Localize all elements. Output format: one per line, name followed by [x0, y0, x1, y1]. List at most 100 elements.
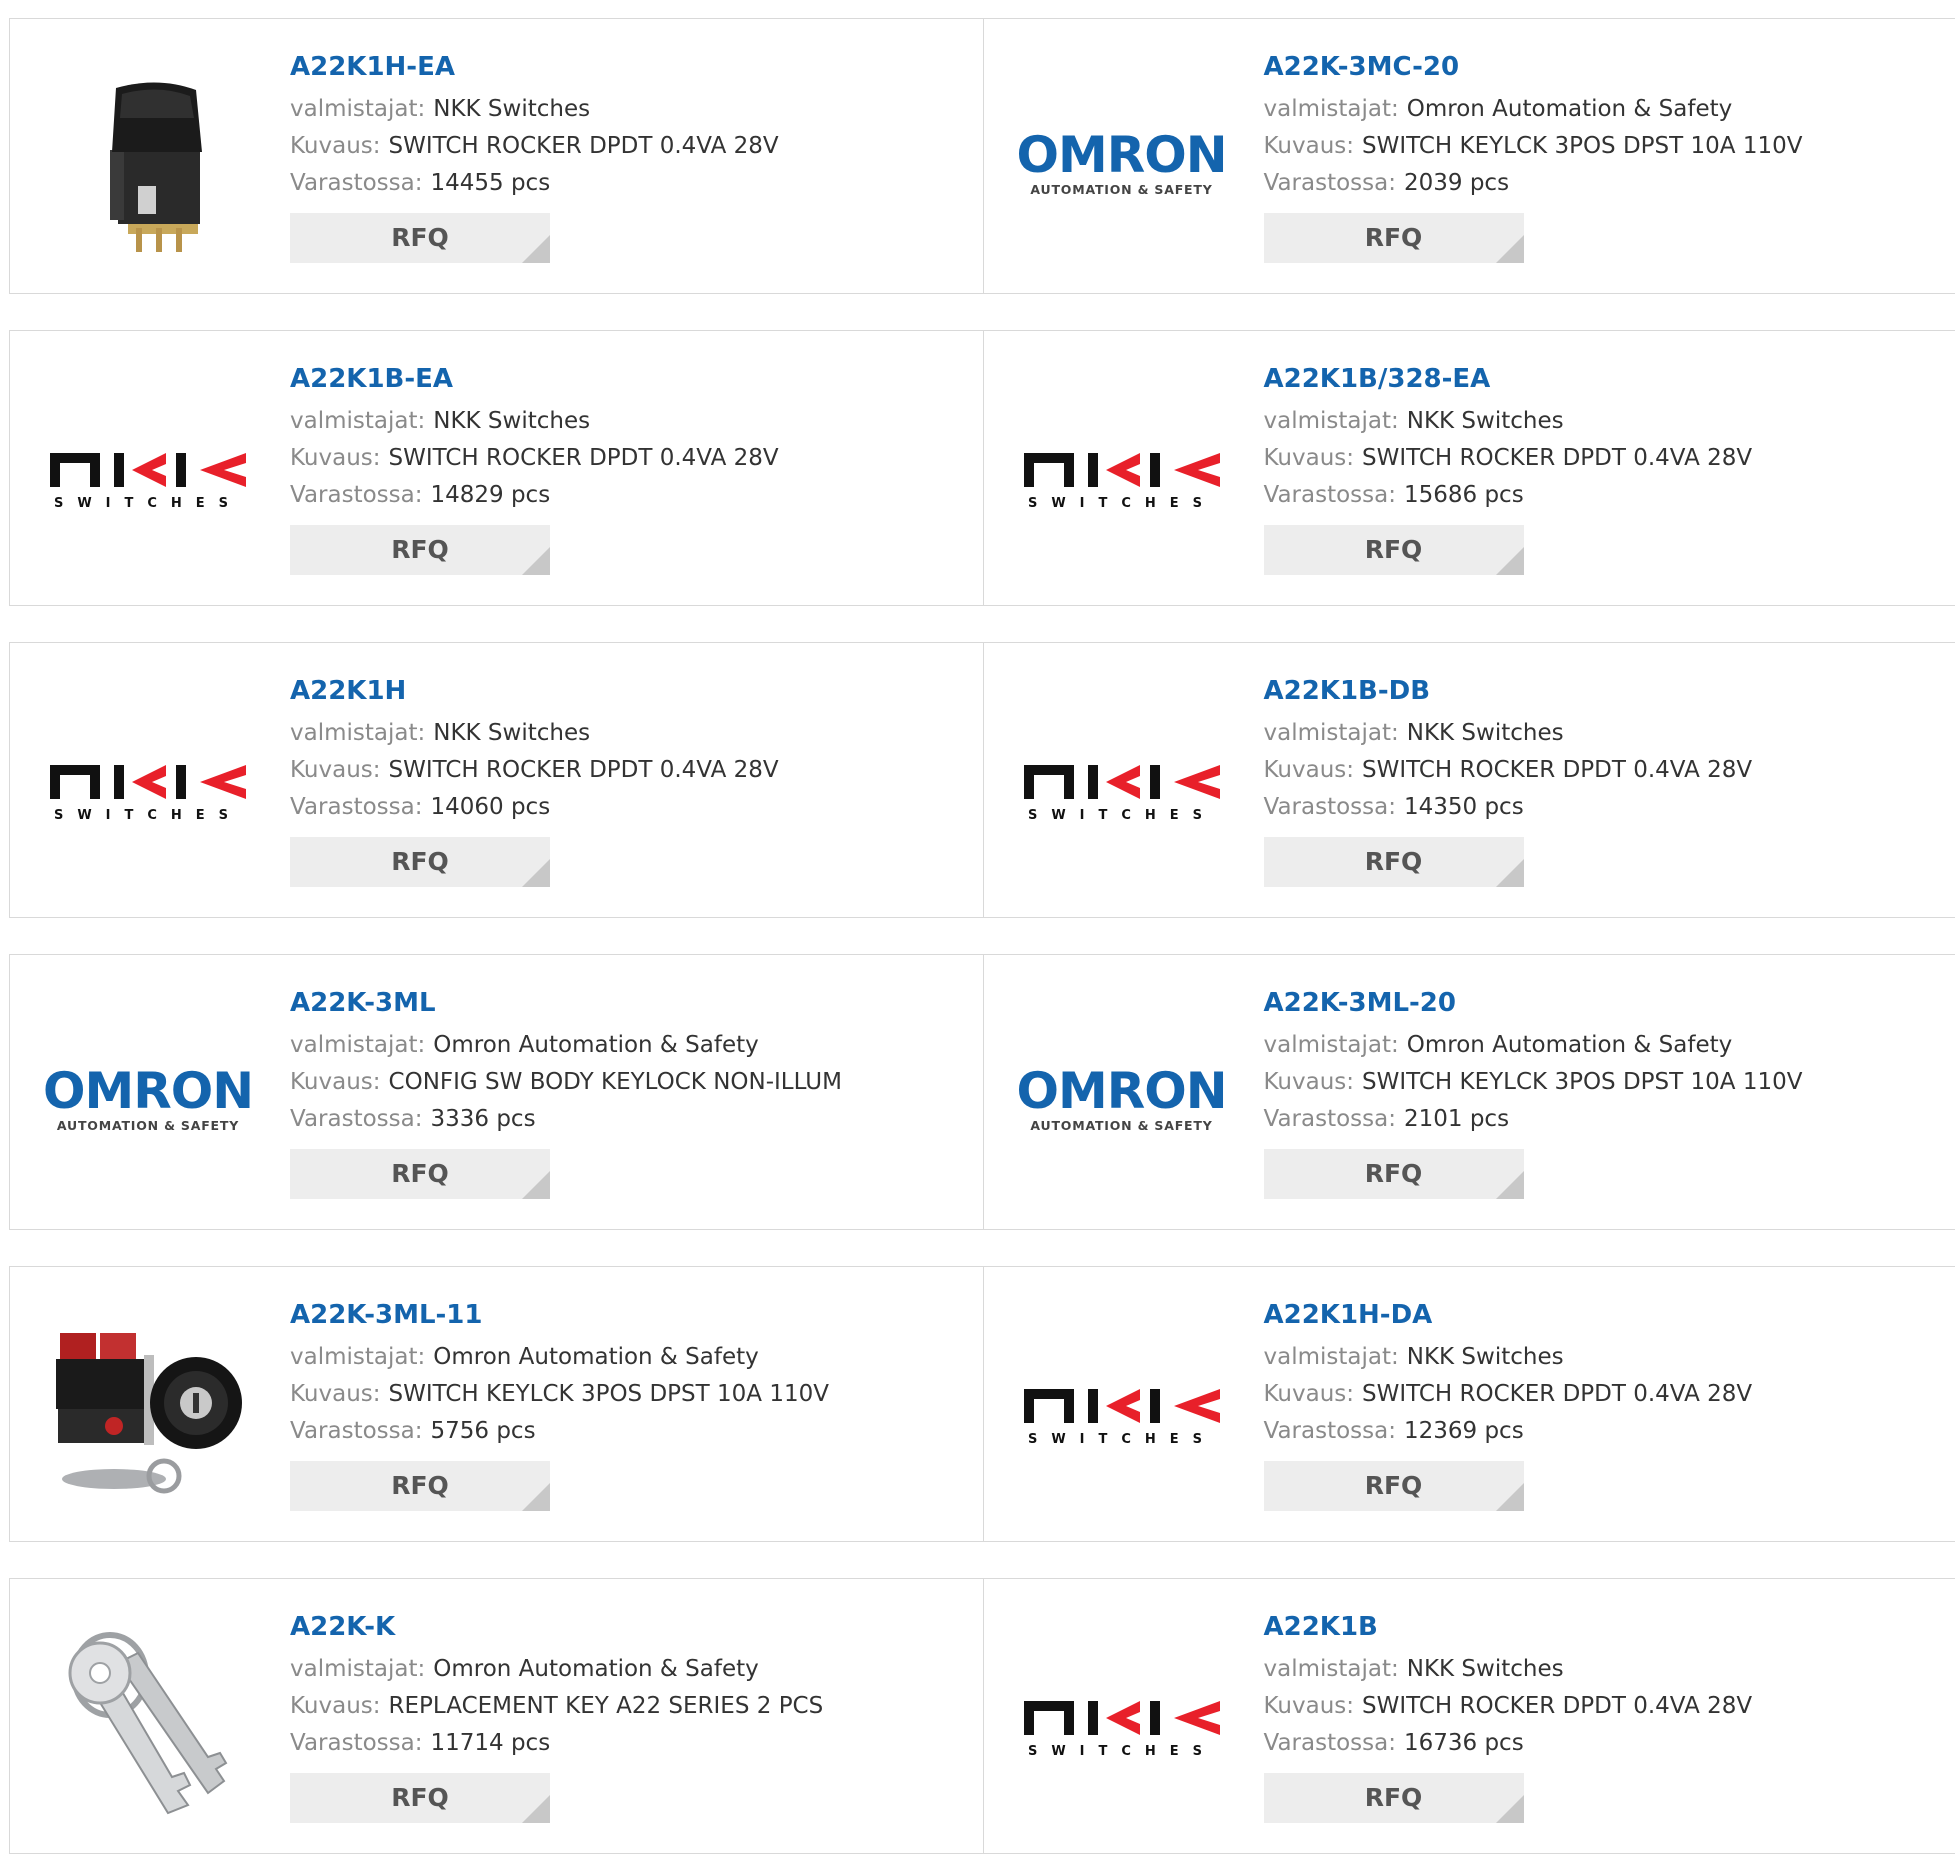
- part-number-link[interactable]: A22K-3ML-11: [290, 1297, 829, 1333]
- stock-line: Varastossa:12369 pcs: [1264, 1413, 1753, 1450]
- product-image[interactable]: [48, 1311, 248, 1511]
- stock-label: Varastossa:: [290, 1730, 422, 1756]
- product-row: SWITCHES A22K1H valmistajat:NKK Switches…: [9, 642, 1955, 918]
- corner-decoration: [522, 547, 550, 575]
- stock-line: Varastossa:14455 pcs: [290, 165, 779, 202]
- manufacturer-value: Omron Automation & Safety: [433, 1656, 759, 1682]
- manufacturer-label: valmistajat:: [1264, 96, 1399, 122]
- rfq-button[interactable]: RFQ: [1264, 213, 1524, 263]
- product-image[interactable]: OMRON AUTOMATION & SAFETY: [1022, 63, 1222, 263]
- manufacturer-line: valmistajat:NKK Switches: [1264, 1339, 1753, 1376]
- manufacturer-label: valmistajat:: [290, 1032, 425, 1058]
- stock-value: 2039 pcs: [1404, 170, 1509, 196]
- corner-decoration: [522, 1171, 550, 1199]
- product-image[interactable]: SWITCHES: [1022, 687, 1222, 887]
- description-label: Kuvaus:: [290, 445, 381, 471]
- stock-value: 5756 pcs: [430, 1418, 535, 1444]
- part-number-link[interactable]: A22K-3ML-20: [1264, 985, 1803, 1021]
- manufacturer-value: NKK Switches: [1407, 720, 1564, 746]
- manufacturer-value: NKK Switches: [1407, 408, 1564, 434]
- manufacturer-value: NKK Switches: [433, 96, 590, 122]
- part-number-link[interactable]: A22K-K: [290, 1609, 823, 1645]
- stock-label: Varastossa:: [1264, 1730, 1396, 1756]
- product-image[interactable]: SWITCHES: [48, 687, 248, 887]
- product-info: A22K1H valmistajat:NKK Switches Kuvaus:S…: [290, 673, 779, 887]
- manufacturer-line: valmistajat:Omron Automation & Safety: [1264, 1027, 1803, 1064]
- rfq-button[interactable]: RFQ: [290, 837, 550, 887]
- rfq-label: RFQ: [1365, 847, 1423, 876]
- part-number-link[interactable]: A22K1B: [1264, 1609, 1753, 1645]
- description-value: SWITCH KEYLCK 3POS DPST 10A 110V: [389, 1381, 829, 1407]
- description-line: Kuvaus:SWITCH ROCKER DPDT 0.4VA 28V: [1264, 1376, 1753, 1413]
- part-number-link[interactable]: A22K1H-DA: [1264, 1297, 1753, 1333]
- rfq-label: RFQ: [391, 223, 449, 252]
- stock-label: Varastossa:: [1264, 1418, 1396, 1444]
- product-card: SWITCHES A22K1B-DB valmistajat:NKK Switc…: [983, 643, 1955, 917]
- stock-value: 15686 pcs: [1404, 482, 1524, 508]
- product-image[interactable]: SWITCHES: [1022, 1311, 1222, 1511]
- description-line: Kuvaus:SWITCH ROCKER DPDT 0.4VA 28V: [290, 128, 779, 165]
- stock-line: Varastossa: 14829 pcs: [290, 477, 779, 514]
- corner-decoration: [1496, 547, 1524, 575]
- rfq-button[interactable]: RFQ: [1264, 837, 1524, 887]
- description-label: Kuvaus:: [1264, 1069, 1355, 1095]
- product-image[interactable]: SWITCHES: [1022, 1623, 1222, 1823]
- product-card: OMRON AUTOMATION & SAFETY A22K-3MC-20 va…: [983, 19, 1955, 293]
- part-number-link[interactable]: A22K1B-DB: [1264, 673, 1753, 709]
- description-line: Kuvaus:SWITCH KEYLCK 3POS DPST 10A 110V: [1264, 128, 1803, 165]
- omron-logo: OMRON AUTOMATION & SAFETY: [1016, 1066, 1226, 1133]
- manufacturer-line: valmistajat:NKK Switches: [290, 403, 779, 440]
- description-line: Kuvaus:SWITCH ROCKER DPDT 0.4VA 28V: [290, 752, 779, 789]
- stock-line: Varastossa:2101 pcs: [1264, 1101, 1803, 1138]
- product-info: A22K-3ML valmistajat:Omron Automation & …: [290, 985, 842, 1199]
- corner-decoration: [522, 1483, 550, 1511]
- manufacturer-line: valmistajat:NKK Switches: [1264, 715, 1753, 752]
- description-value: REPLACEMENT KEY A22 SERIES 2 PCS: [389, 1693, 824, 1719]
- rfq-button[interactable]: RFQ: [290, 1773, 550, 1823]
- product-info: A22K-3ML-11 valmistajat:Omron Automation…: [290, 1297, 829, 1511]
- description-label: Kuvaus:: [1264, 1381, 1355, 1407]
- part-number-link[interactable]: A22K1H-EA: [290, 49, 779, 85]
- nkk-logo: SWITCHES: [48, 747, 248, 827]
- product-image[interactable]: [48, 1623, 248, 1823]
- product-card: SWITCHES A22K1H-DA valmistajat:NKK Switc…: [983, 1267, 1955, 1541]
- rfq-button[interactable]: RFQ: [290, 1461, 550, 1511]
- product-image[interactable]: SWITCHES: [1022, 375, 1222, 575]
- part-number-link[interactable]: A22K-3ML: [290, 985, 842, 1021]
- stock-label: Varastossa:: [290, 482, 422, 508]
- product-row: A22K-K valmistajat: Omron Automation & Sa…: [9, 1578, 1955, 1854]
- rfq-button[interactable]: RFQ: [1264, 1773, 1524, 1823]
- part-number-link[interactable]: A22K1B/328-EA: [1264, 361, 1753, 397]
- nkk-logo: SWITCHES: [1022, 1371, 1222, 1451]
- part-number-link[interactable]: A22K1H: [290, 673, 779, 709]
- corner-decoration: [1496, 1171, 1524, 1199]
- rfq-button[interactable]: RFQ: [290, 1149, 550, 1199]
- product-image[interactable]: SWITCHES: [48, 375, 248, 575]
- stock-value: 14829 pcs: [430, 482, 550, 508]
- part-number-link[interactable]: A22K-3MC-20: [1264, 49, 1803, 85]
- manufacturer-label: valmistajat:: [1264, 1656, 1399, 1682]
- product-image[interactable]: OMRON AUTOMATION & SAFETY: [1022, 999, 1222, 1199]
- corner-decoration: [1496, 1795, 1524, 1823]
- product-info: A22K1B valmistajat:NKK Switches Kuvaus:S…: [1264, 1609, 1753, 1823]
- rfq-button[interactable]: RFQ: [1264, 525, 1524, 575]
- stock-line: Varastossa:14350 pcs: [1264, 789, 1753, 826]
- omron-logo-word: OMRON: [1016, 1066, 1226, 1116]
- product-card: SWITCHES A22K1H valmistajat:NKK Switches…: [10, 643, 983, 917]
- rocker-switch-photo: [78, 68, 218, 258]
- product-info: A22K1B/328-EA valmistajat:NKK Switches K…: [1264, 361, 1753, 575]
- description-line: Kuvaus:SWITCH ROCKER DPDT 0.4VA 28V: [290, 440, 779, 477]
- description-label: Kuvaus:: [290, 757, 381, 783]
- part-number-link[interactable]: A22K1B-EA: [290, 361, 779, 397]
- rfq-button[interactable]: RFQ: [1264, 1461, 1524, 1511]
- rfq-button[interactable]: RFQ: [290, 525, 550, 575]
- description-line: Kuvaus:SWITCH KEYLCK 3POS DPST 10A 110V: [290, 1376, 829, 1413]
- product-image[interactable]: OMRON AUTOMATION & SAFETY: [48, 999, 248, 1199]
- manufacturer-value: Omron Automation & Safety: [1407, 1032, 1733, 1058]
- description-line: Kuvaus:SWITCH KEYLCK 3POS DPST 10A 110V: [1264, 1064, 1803, 1101]
- rfq-button[interactable]: RFQ: [290, 213, 550, 263]
- rfq-button[interactable]: RFQ: [1264, 1149, 1524, 1199]
- manufacturer-value: Omron Automation & Safety: [433, 1344, 759, 1370]
- description-line: Kuvaus:SWITCH ROCKER DPDT 0.4VA 28V: [1264, 440, 1753, 477]
- product-image[interactable]: [48, 63, 248, 263]
